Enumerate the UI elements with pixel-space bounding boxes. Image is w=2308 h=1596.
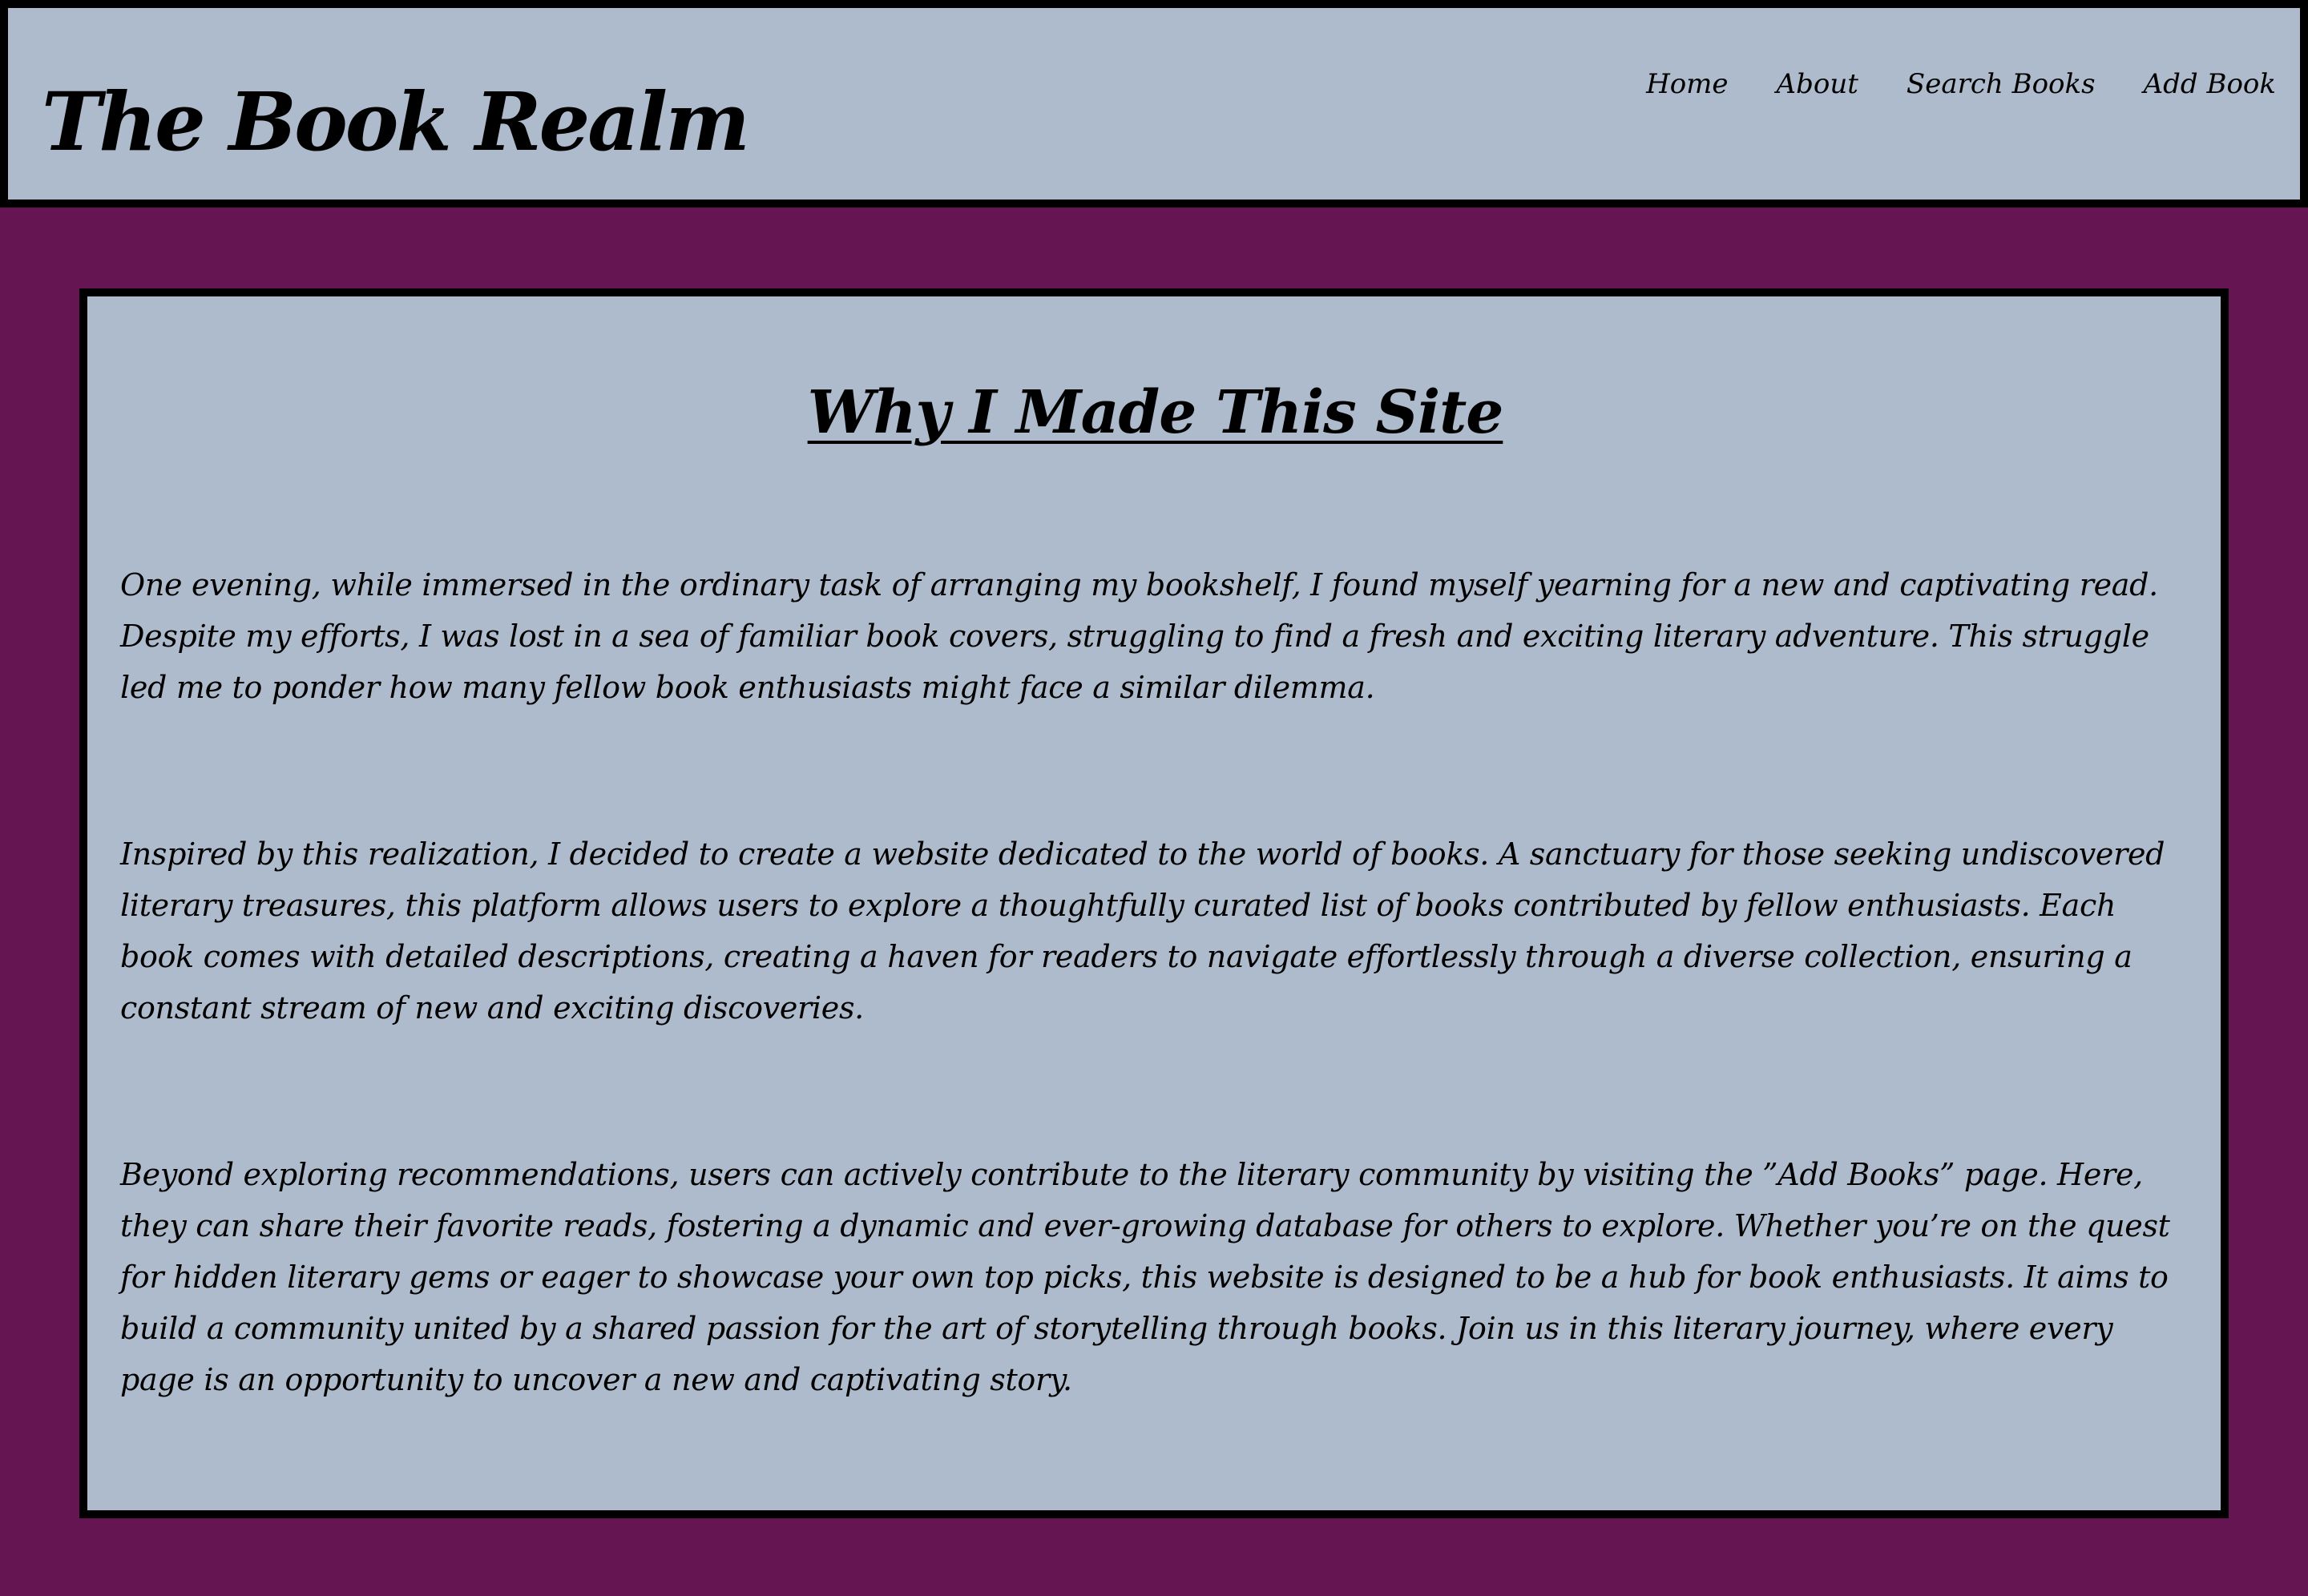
about-content-panel: Why I Made This Site One evening, while …	[79, 288, 2229, 1518]
nav-add-book-link[interactable]: Add Book	[2144, 64, 2276, 104]
about-paragraph-3: Beyond exploring recommendations, users …	[120, 1157, 2170, 1397]
site-header: The Book Realm Home About Search Books A…	[0, 0, 2308, 208]
nav-search-books-link[interactable]: Search Books	[1907, 64, 2096, 104]
nav-home-link[interactable]: Home	[1646, 64, 1728, 104]
about-paragraph-1: One evening, while immersed in the ordin…	[120, 567, 2158, 705]
page-heading: Why I Made This Site	[807, 378, 1504, 447]
about-paragraph-2: Inspired by this realization, I decided …	[120, 836, 2165, 1026]
nav-about-link[interactable]: About	[1777, 64, 1858, 104]
main-navigation: Home About Search Books Add Book	[1646, 64, 2276, 104]
site-title: The Book Realm	[42, 75, 750, 169]
